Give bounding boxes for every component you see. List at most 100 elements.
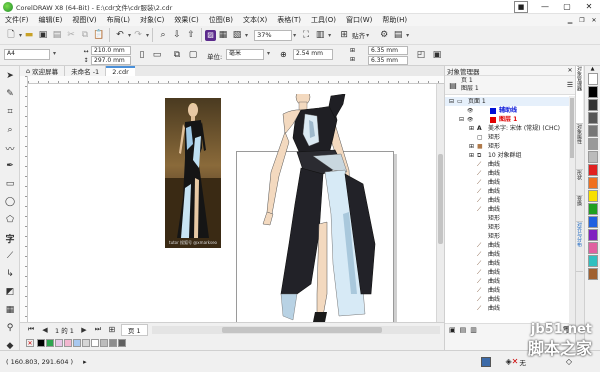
side-tab-object-manager[interactable]: 对象管理器 (576, 66, 583, 124)
full-screen-icon[interactable]: ⛶ (299, 28, 313, 42)
palette-swatch[interactable] (587, 86, 598, 98)
drawing-canvas[interactable]: tutor 搜狐号 @xmarkseo (28, 84, 444, 322)
export-icon[interactable]: ⇧ (184, 28, 198, 42)
print-icon[interactable]: ▤ (50, 28, 64, 42)
palette-swatch[interactable] (587, 99, 598, 111)
launch-icon[interactable]: ▤ (391, 28, 405, 42)
page-size-select[interactable]: A4 (4, 49, 50, 60)
zoom-level-select[interactable]: 37% (254, 29, 293, 41)
object-tree-item[interactable]: ⊞ ⧉ 10 对象群组 (445, 151, 575, 160)
object-tree-item[interactable]: 矩形 (445, 214, 575, 223)
palette-swatch[interactable] (587, 255, 598, 267)
object-tree-item[interactable]: ⊞ ■ 矩形 (445, 142, 575, 151)
freehand-tool-icon[interactable]: 〰 (2, 140, 18, 156)
document-palette-swatch[interactable] (82, 339, 90, 347)
horizontal-scroll-thumb[interactable] (221, 326, 382, 333)
object-tree-item[interactable]: ⊟ ▭ 页面 1 (445, 97, 575, 106)
page-tab[interactable]: 页 1 (120, 323, 148, 336)
document-palette-swatch[interactable] (37, 339, 45, 347)
menu-effects[interactable]: 效果(C) (169, 14, 203, 26)
collapse-icon[interactable]: ⊟ (459, 115, 467, 124)
palette-swatch[interactable] (587, 73, 598, 85)
object-tree-item[interactable]: ⟋ 曲线 (445, 187, 575, 196)
object-tree-item[interactable]: ⟋ 曲线 (445, 250, 575, 259)
fashion-illustration[interactable] (253, 88, 388, 322)
object-tree-item[interactable]: 矩形 (445, 232, 575, 241)
snap-to-label[interactable]: 贴齐 (352, 30, 365, 40)
docker-scroll-thumb[interactable] (570, 98, 574, 158)
units-select[interactable]: 毫米 (226, 49, 264, 60)
tab-untitled[interactable]: 未命名 -1 (65, 66, 107, 76)
object-tree-item[interactable]: ⟋ 曲线 (445, 178, 575, 187)
layer-manager-view-icon[interactable]: ☰ (565, 81, 575, 89)
all-pages-icon[interactable]: ⧉ (170, 48, 184, 62)
options-gear-icon[interactable]: ⚙ (377, 28, 391, 42)
palette-scroll-up-icon[interactable]: ▲ (585, 66, 600, 72)
object-tree-item[interactable]: 矩形 (445, 223, 575, 232)
palette-swatch[interactable] (587, 112, 598, 124)
document-palette-swatch[interactable] (109, 339, 117, 347)
save-icon[interactable]: ▣ (36, 28, 50, 42)
object-tree-item[interactable]: ⟋ 曲线 (445, 169, 575, 178)
minimize-button[interactable]: — (534, 2, 556, 11)
shadow-tool-icon[interactable]: ◩ (2, 284, 18, 300)
landscape-icon[interactable]: ▭ (150, 48, 164, 62)
menu-bitmaps[interactable]: 位图(B) (204, 14, 238, 26)
palette-swatch[interactable] (587, 177, 598, 189)
search-content-icon[interactable]: ⌕ (156, 28, 170, 42)
new-layer-icon[interactable]: ▣ (449, 326, 456, 334)
object-tree-item[interactable]: ⟋ 曲线 (445, 286, 575, 295)
menu-file[interactable]: 文件(F) (0, 14, 34, 26)
nudge-distance-field[interactable]: 2.54 mm (293, 49, 333, 60)
palette-swatch[interactable] (587, 268, 598, 280)
object-tree-item[interactable]: 👁 辅助线 (445, 106, 575, 115)
crop-tool-icon[interactable]: ⌗ (2, 104, 18, 120)
object-tree-item[interactable]: ⟋ 曲线 (445, 259, 575, 268)
object-tree-item[interactable]: ⟋ 曲线 (445, 304, 575, 313)
document-palette-swatch[interactable] (91, 339, 99, 347)
help-icon[interactable]: ■ (514, 0, 528, 13)
palette-swatch[interactable] (587, 190, 598, 202)
reference-photo[interactable]: tutor 搜狐号 @xmarkseo (165, 98, 221, 248)
document-palette-swatch[interactable] (73, 339, 81, 347)
snap-icon[interactable]: ⊞ (337, 28, 351, 42)
object-tree-item[interactable]: ⊟ 👁 图层 1 (445, 115, 575, 124)
redo-icon[interactable]: ↷ (131, 28, 145, 42)
undo-icon[interactable]: ↶ (113, 28, 127, 42)
zoom-tool-icon[interactable]: ⌕ (2, 122, 18, 138)
doc-restore-icon[interactable]: ❐ (576, 17, 588, 24)
publish-pdf-icon[interactable]: ▨ (205, 29, 217, 41)
launcher-icon[interactable]: ▧ (230, 28, 244, 42)
object-tree-item[interactable]: ⟋ 曲线 (445, 268, 575, 277)
side-tab-align[interactable]: 对齐与分布 (576, 222, 583, 272)
vertical-scroll-thumb[interactable] (438, 154, 443, 244)
object-tree-item[interactable]: ⟋ 曲线 (445, 277, 575, 286)
object-tree-item[interactable]: ⟋ 曲线 (445, 295, 575, 304)
duplicate-x-field[interactable]: 6.35 mm (368, 46, 408, 55)
portrait-icon[interactable]: ▯ (135, 48, 149, 62)
menu-help[interactable]: 帮助(H) (377, 14, 412, 26)
artistic-media-icon[interactable]: ✒ (2, 158, 18, 174)
menu-layout[interactable]: 布局(L) (102, 14, 135, 26)
new-master-layer-icon[interactable]: ▤ (460, 326, 467, 334)
connector-tool-icon[interactable]: ↳ (2, 266, 18, 282)
text-tool-icon[interactable]: 字 (2, 230, 18, 246)
open-folder-icon[interactable]: ▬ (22, 28, 36, 42)
palette-swatch[interactable] (587, 151, 598, 163)
palette-swatch[interactable] (587, 138, 598, 150)
document-palette-swatch[interactable] (100, 339, 108, 347)
palette-swatch[interactable] (587, 164, 598, 176)
cut-icon[interactable]: ✂ (64, 28, 78, 42)
paste-icon[interactable]: 📋 (92, 28, 106, 42)
collapse-icon[interactable]: ⊟ (449, 97, 457, 106)
last-page-icon[interactable]: ⏭ (91, 323, 105, 337)
menu-object[interactable]: 对象(C) (135, 14, 169, 26)
tab-welcome[interactable]: ⌂ 欢迎屏幕 (20, 66, 66, 76)
menu-window[interactable]: 窗口(W) (341, 14, 377, 26)
horizontal-scrollbar[interactable] (151, 325, 440, 334)
document-palette-swatch[interactable] (64, 339, 72, 347)
document-palette-swatch[interactable] (55, 339, 63, 347)
pick-tool-icon[interactable]: ➤ (2, 68, 18, 84)
duplicate-y-field[interactable]: 6.35 mm (368, 56, 408, 65)
ellipse-tool-icon[interactable]: ◯ (2, 194, 18, 210)
